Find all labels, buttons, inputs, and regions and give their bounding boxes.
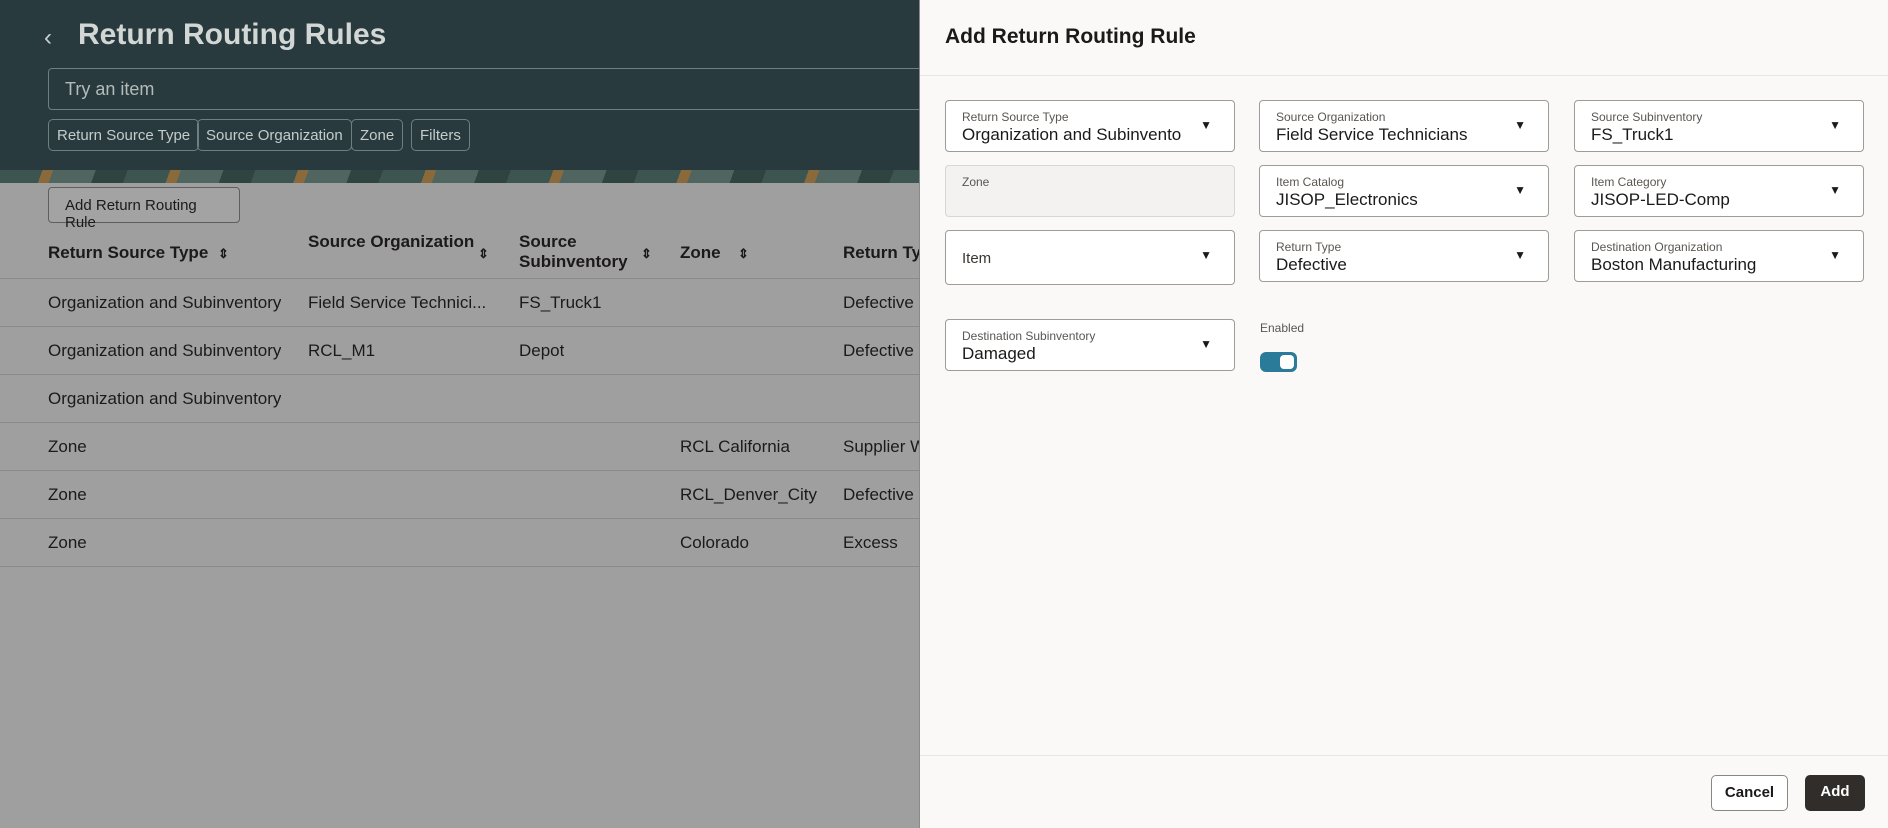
column-header-source-organization[interactable]: Source Organization ⇕: [308, 232, 489, 261]
divider: [920, 755, 1888, 756]
source-organization-value: Field Service Technicians: [1276, 125, 1468, 144]
sort-icon[interactable]: ⇕: [218, 244, 229, 264]
source-organization-select[interactable]: Source Organization Field Service Technic…: [1259, 100, 1549, 152]
sort-icon[interactable]: ⇕: [478, 244, 489, 264]
table-cell: Defective: [843, 485, 914, 504]
header-pattern: [0, 170, 920, 183]
source-subinventory-select[interactable]: Source Subinventory FS_Truck1 ▼: [1574, 100, 1864, 152]
chevron-down-icon[interactable]: ▼: [1200, 337, 1212, 351]
source-subinventory-label: Source Subinventory: [1591, 110, 1703, 124]
return-type-select[interactable]: Return Type Defective ▼: [1259, 230, 1549, 282]
item-catalog-value: JISOP_Electronics: [1276, 190, 1418, 209]
destination-subinventory-label: Destination Subinventory: [962, 329, 1096, 343]
table-cell: Zone: [48, 437, 87, 456]
chevron-down-icon[interactable]: ▼: [1200, 118, 1212, 132]
add-return-routing-rule-button[interactable]: Add Return Routing Rule: [48, 187, 240, 231]
return-source-type-select[interactable]: Return Source Type Organization and Subin…: [945, 100, 1235, 152]
table-cell: Excess: [843, 533, 898, 552]
item-category-select[interactable]: Item Category JISOP-LED-Comp ▼: [1574, 165, 1864, 217]
column-header-zone[interactable]: Zone ⇕: [680, 243, 749, 263]
page-title: Return Routing Rules: [78, 18, 387, 51]
table-cell: Supplier W: [843, 437, 919, 456]
item-label: Item: [962, 250, 992, 267]
table-row[interactable]: Organization and Subinventory RCL_M1 Depot…: [0, 327, 920, 375]
table-cell: RCL_M1: [308, 341, 376, 360]
return-source-type-label: Return Source Type: [962, 110, 1069, 124]
add-button[interactable]: Add: [1805, 775, 1865, 811]
item-catalog-select[interactable]: Item Catalog JISOP_Electronics ▼: [1259, 165, 1549, 217]
back-chevron-icon[interactable]: ‹: [44, 24, 52, 52]
table-cell: Organization and Subinventory: [48, 341, 282, 360]
zone-label: Zone: [962, 175, 990, 189]
return-type-value: Defective: [1276, 255, 1347, 274]
table-cell: RCL California: [680, 437, 790, 456]
table-cell: RCL_Denver_City: [680, 485, 817, 504]
table-cell: Zone: [48, 533, 87, 552]
destination-organization-select[interactable]: Destination Organization Boston Manufactu…: [1574, 230, 1864, 282]
destination-subinventory-value: Damaged: [962, 344, 1036, 363]
table-row[interactable]: Zone RCL California Supplier W: [0, 423, 920, 471]
table-cell: Organization and Subinventory: [48, 389, 282, 408]
chevron-down-icon[interactable]: ▼: [1200, 248, 1212, 262]
destination-subinventory-select[interactable]: Destination Subinventory Damaged ▼: [945, 319, 1235, 371]
enabled-toggle[interactable]: [1260, 352, 1297, 372]
filter-chip-zone[interactable]: Zone: [351, 119, 404, 151]
chevron-down-icon[interactable]: ▼: [1829, 248, 1841, 262]
source-subinventory-value: FS_Truck1: [1591, 125, 1674, 144]
chevron-down-icon[interactable]: ▼: [1829, 118, 1841, 132]
item-select[interactable]: Item ▼: [945, 230, 1235, 285]
table-row[interactable]: Zone RCL_Denver_City Defective: [0, 471, 920, 519]
table-row[interactable]: Organization and Subinventory: [0, 375, 920, 423]
zone-select: Zone: [945, 165, 1235, 217]
source-organization-label: Source Organization: [1276, 110, 1386, 124]
table-cell: Organization and Subinventory: [48, 293, 282, 312]
drawer-title: Add Return Routing Rule: [945, 25, 1196, 48]
item-category-value: JISOP-LED-Comp: [1591, 190, 1730, 209]
chevron-down-icon[interactable]: ▼: [1514, 118, 1526, 132]
sort-icon[interactable]: ⇕: [738, 244, 749, 264]
return-source-type-value: Organization and Subinventory: [962, 125, 1182, 144]
table-cell: Defective: [843, 341, 914, 360]
table-cell: Zone: [48, 485, 87, 504]
column-header-source-subinventory[interactable]: Source Subinventory ⇕: [519, 232, 652, 272]
item-category-label: Item Category: [1591, 175, 1667, 189]
chevron-down-icon[interactable]: ▼: [1514, 248, 1526, 262]
return-type-label: Return Type: [1276, 240, 1342, 254]
column-label: Source Organization: [308, 232, 475, 251]
destination-organization-value: Boston Manufacturing: [1591, 255, 1757, 274]
filter-chip-return-source-type[interactable]: Return Source Type: [48, 119, 200, 151]
table-cell: Defective: [843, 293, 914, 312]
destination-organization-label: Destination Organization: [1591, 240, 1723, 254]
column-label: Return Source Type: [48, 243, 209, 262]
search-input[interactable]: Try an item: [48, 68, 928, 110]
table-cell: Colorado: [680, 533, 749, 552]
chevron-down-icon[interactable]: ▼: [1514, 183, 1526, 197]
column-header-return-source-type[interactable]: Return Source Type ⇕: [48, 243, 229, 263]
table-row[interactable]: Zone Colorado Excess: [0, 519, 920, 567]
sort-icon[interactable]: ⇕: [641, 244, 652, 264]
table-cell: Field Service Technici...: [308, 293, 487, 312]
column-label: Zone: [680, 243, 721, 262]
cancel-button[interactable]: Cancel: [1711, 775, 1788, 811]
table-row[interactable]: Organization and Subinventory Field Servi…: [0, 279, 920, 327]
table-cell: Depot: [519, 341, 565, 360]
divider: [920, 75, 1888, 76]
add-rule-drawer: Add Return Routing Rule Return Source Ty…: [919, 0, 1888, 828]
column-label: Source Subinventory: [519, 232, 628, 271]
column-header-return-type[interactable]: Return Typ: [843, 243, 919, 263]
table-cell: FS_Truck1: [519, 293, 602, 312]
item-catalog-label: Item Catalog: [1276, 175, 1345, 189]
filter-chip-filters[interactable]: Filters: [411, 119, 470, 151]
filter-chip-source-organization[interactable]: Source Organization: [197, 119, 352, 151]
enabled-label: Enabled: [1260, 321, 1305, 335]
chevron-down-icon[interactable]: ▼: [1829, 183, 1841, 197]
